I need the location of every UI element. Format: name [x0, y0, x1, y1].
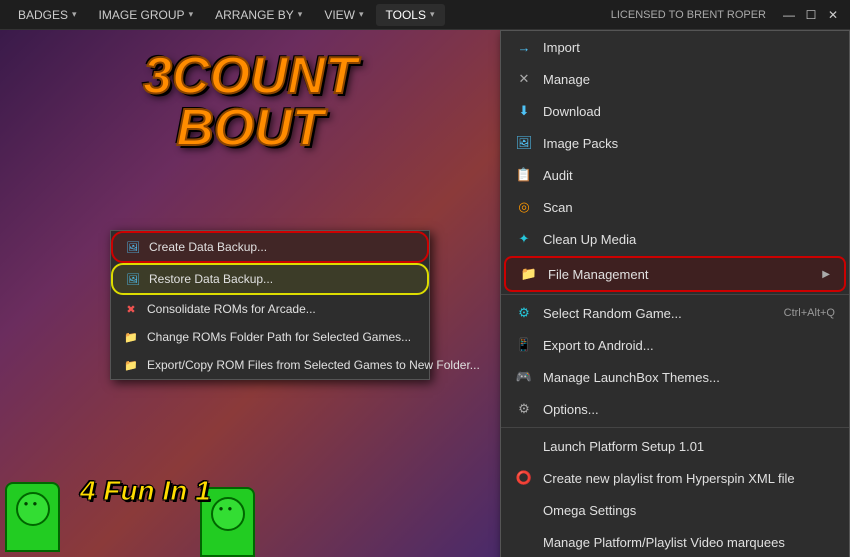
titlebar: BADGES ▾ IMAGE GROUP ▾ ARRANGE BY ▾ VIEW…: [0, 0, 850, 30]
consolidate-label: Consolidate ROMs for Arcade...: [147, 302, 316, 316]
badges-label: BADGES: [18, 8, 68, 22]
tools-manage-themes[interactable]: 🎮 Manage LaunchBox Themes...: [501, 361, 849, 393]
view-label: VIEW: [324, 8, 355, 22]
arrange-by-label: ARRANGE BY: [215, 8, 294, 22]
omega-icon: [515, 501, 533, 519]
video-marquees-icon: [515, 533, 533, 551]
video-marquees-label: Manage Platform/Playlist Video marquees: [543, 535, 785, 550]
close-button[interactable]: ✕: [824, 6, 842, 24]
menu-badges[interactable]: BADGES ▾: [8, 4, 87, 26]
hyperspin-icon: ⭕: [515, 469, 533, 487]
ctx-create-backup[interactable]: 🖼 Create Data Backup...: [111, 231, 429, 263]
tools-manage[interactable]: ✕ Manage: [501, 63, 849, 95]
clean-up-icon: ✦: [515, 230, 533, 248]
options-label: Options...: [543, 402, 599, 417]
image-packs-label: Image Packs: [543, 136, 618, 151]
manage-icon: ✕: [515, 70, 533, 88]
game-title-line2: BOUT: [143, 102, 357, 154]
maximize-button[interactable]: ☐: [802, 6, 820, 24]
scan-label: Scan: [543, 200, 573, 215]
tools-dropdown: → Import ✕ Manage ⬇ Download 🖼 Image Pac…: [500, 30, 850, 557]
create-backup-label: Create Data Backup...: [149, 240, 267, 254]
platform-setup-label: Launch Platform Setup 1.01: [543, 439, 704, 454]
manage-themes-icon: 🎮: [515, 368, 533, 386]
change-folder-icon: 📁: [123, 329, 139, 345]
separator-1: [501, 294, 849, 295]
audit-label: Audit: [543, 168, 573, 183]
tools-clean-up-media[interactable]: ✦ Clean Up Media: [501, 223, 849, 255]
badges-arrow: ▾: [72, 9, 77, 20]
minimize-button[interactable]: —: [780, 6, 798, 24]
image-group-arrow: ▾: [189, 9, 194, 20]
ctx-consolidate-roms[interactable]: ✖ Consolidate ROMs for Arcade...: [111, 295, 429, 323]
random-game-icon: ⚙: [515, 304, 533, 322]
tools-select-random-game[interactable]: ⚙ Select Random Game... Ctrl+Alt+Q: [501, 297, 849, 329]
download-icon: ⬇: [515, 102, 533, 120]
context-menu-left: 🖼 Create Data Backup... 🖼 Restore Data B…: [110, 230, 430, 380]
character-sprite-1: [5, 482, 60, 552]
view-arrow: ▾: [359, 9, 364, 20]
tools-audit[interactable]: 📋 Audit: [501, 159, 849, 191]
ctx-change-roms-folder[interactable]: 📁 Change ROMs Folder Path for Selected G…: [111, 323, 429, 351]
titlebar-right: LICENSED TO BRENT ROPER — ☐ ✕: [611, 6, 842, 24]
game-title-line1: 3COUNT: [143, 50, 357, 102]
file-management-submenu-arrow: ▶: [822, 269, 830, 280]
tools-launch-platform-setup[interactable]: Launch Platform Setup 1.01: [501, 430, 849, 462]
ctx-export-roms[interactable]: 📁 Export/Copy ROM Files from Selected Ga…: [111, 351, 429, 379]
manage-label: Manage: [543, 72, 590, 87]
game-fun-text: 4 Fun In 1: [80, 475, 211, 507]
game-bottom-art: 4 Fun In 1: [0, 437, 300, 557]
hyperspin-label: Create new playlist from Hyperspin XML f…: [543, 471, 795, 486]
tools-arrow: ▾: [430, 9, 435, 20]
menu-image-group[interactable]: IMAGE GROUP ▾: [89, 4, 204, 26]
tools-options[interactable]: ⚙ Options...: [501, 393, 849, 425]
scan-icon: ◎: [515, 198, 533, 216]
restore-backup-label: Restore Data Backup...: [149, 272, 273, 286]
consolidate-icon: ✖: [123, 301, 139, 317]
menu-tools[interactable]: TOOLS ▾: [376, 4, 445, 26]
license-text: LICENSED TO BRENT ROPER: [611, 9, 766, 21]
ctx-restore-backup[interactable]: 🖼 Restore Data Backup...: [111, 263, 429, 295]
main-content: 3COUNT BOUT 4 Fun In 1 🖼 Create Data Bac…: [0, 30, 850, 557]
menu-view[interactable]: VIEW ▾: [314, 4, 373, 26]
random-game-label: Select Random Game...: [543, 306, 682, 321]
import-icon: →: [515, 38, 533, 56]
separator-2: [501, 427, 849, 428]
export-roms-label: Export/Copy ROM Files from Selected Game…: [147, 358, 480, 372]
tools-file-management[interactable]: 📁 File Management ▶: [504, 256, 846, 292]
tools-label: TOOLS: [386, 8, 426, 22]
file-management-label: File Management: [548, 267, 648, 282]
omega-label: Omega Settings: [543, 503, 636, 518]
platform-setup-icon: [515, 437, 533, 455]
export-roms-icon: 📁: [123, 357, 139, 373]
tools-video-marquees[interactable]: Manage Platform/Playlist Video marquees: [501, 526, 849, 557]
tools-import[interactable]: → Import: [501, 31, 849, 63]
menu-arrange-by[interactable]: ARRANGE BY ▾: [205, 4, 312, 26]
image-group-label: IMAGE GROUP: [99, 8, 185, 22]
audit-icon: 📋: [515, 166, 533, 184]
export-android-icon: 📱: [515, 336, 533, 354]
clean-up-label: Clean Up Media: [543, 232, 636, 247]
tools-download[interactable]: ⬇ Download: [501, 95, 849, 127]
random-game-shortcut: Ctrl+Alt+Q: [784, 307, 835, 319]
create-backup-icon: 🖼: [125, 239, 141, 255]
arrange-by-arrow: ▾: [298, 9, 303, 20]
restore-backup-icon: 🖼: [125, 271, 141, 287]
change-folder-label: Change ROMs Folder Path for Selected Gam…: [147, 330, 411, 344]
file-management-icon: 📁: [520, 265, 538, 283]
menu-bar: BADGES ▾ IMAGE GROUP ▾ ARRANGE BY ▾ VIEW…: [8, 4, 445, 26]
image-packs-icon: 🖼: [515, 134, 533, 152]
tools-export-android[interactable]: 📱 Export to Android...: [501, 329, 849, 361]
export-android-label: Export to Android...: [543, 338, 654, 353]
import-label: Import: [543, 40, 580, 55]
manage-themes-label: Manage LaunchBox Themes...: [543, 370, 720, 385]
tools-omega-settings[interactable]: Omega Settings: [501, 494, 849, 526]
game-title-art: 3COUNT BOUT: [143, 50, 357, 154]
tools-hyperspin-xml[interactable]: ⭕ Create new playlist from Hyperspin XML…: [501, 462, 849, 494]
download-label: Download: [543, 104, 601, 119]
tools-image-packs[interactable]: 🖼 Image Packs: [501, 127, 849, 159]
options-icon: ⚙: [515, 400, 533, 418]
tools-scan[interactable]: ◎ Scan: [501, 191, 849, 223]
